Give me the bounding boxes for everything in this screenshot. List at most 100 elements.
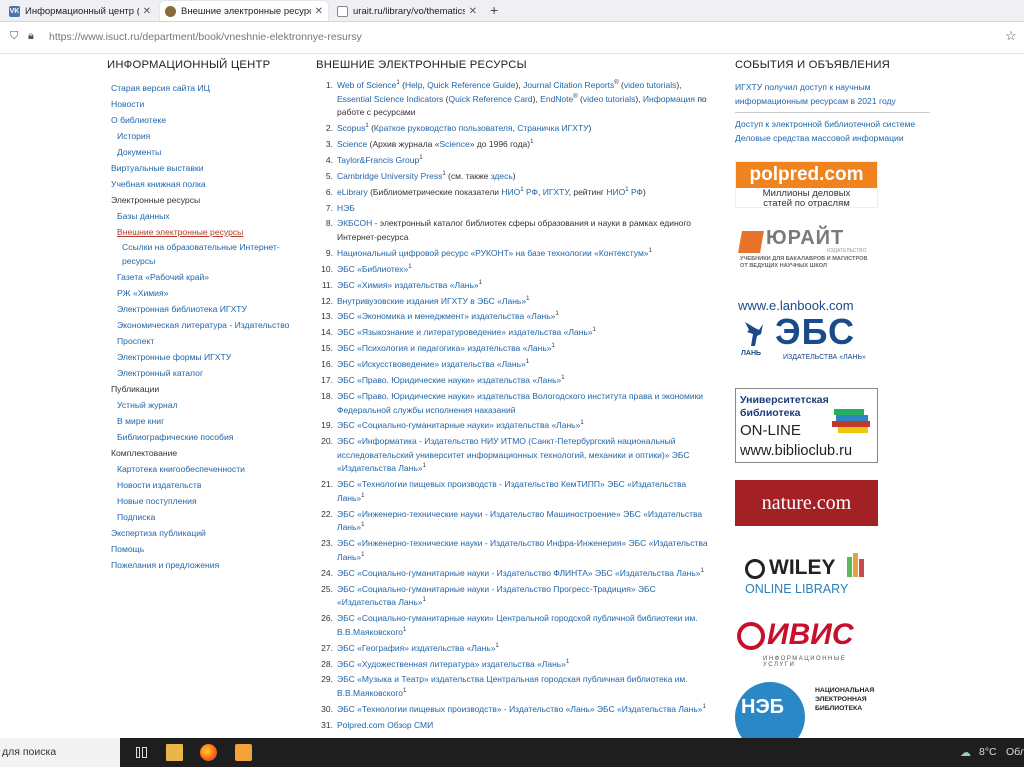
resource-link[interactable]: ЭКБСОН [337,218,372,228]
resource-link[interactable]: Help [405,80,422,90]
sidebar-item[interactable]: Электронная библиотека ИГХТУ [111,301,311,317]
resource-link[interactable]: ЭБС «Музыка и Театр» издательства Центра… [337,674,688,698]
url-field[interactable]: https://www.isuct.ru/department/book/vne… [49,31,362,43]
sidebar-item[interactable]: Устный журнал [111,397,311,413]
resource-link[interactable]: ЭБС «Языкознание и литературоведение» из… [337,327,593,337]
sidebar-item[interactable]: Старая версия сайта ИЦ [111,80,311,96]
wiley-banner[interactable]: WILEY ONLINE LIBRARY [735,551,878,599]
resource-link[interactable]: ЭБС «Социально-гуманитарные науки - Изда… [337,568,701,578]
resource-link[interactable]: EndNote [540,94,573,104]
resource-link[interactable]: video tutorials [583,94,635,104]
sidebar-item[interactable]: История [111,128,311,144]
sidebar-item[interactable]: О библиотеке [111,112,311,128]
lock-icon[interactable]: 🔒︎ [28,30,34,43]
sidebar-item[interactable]: Подписка [111,509,311,525]
resource-link[interactable]: Taylor&Francis Group [337,155,419,165]
resource-link[interactable]: ЭБС «Технологии пищевых производств» - И… [337,704,703,714]
resource-link[interactable]: video tutorials [624,80,676,90]
tab-info-center[interactable]: VK Информационный центр (биб ✕ [4,1,156,21]
resource-link[interactable]: ЭБС «Библиотех» [337,264,408,274]
bookmark-star-icon[interactable]: ☆ [1005,28,1017,44]
resource-link[interactable]: РФ [631,187,643,197]
close-tab-icon[interactable]: ✕ [143,6,151,17]
resource-link[interactable]: eLibrary [337,187,368,197]
resource-link[interactable]: Краткое руководство пользователя [374,123,513,133]
resource-link[interactable]: Science [337,139,367,149]
file-explorer-icon[interactable] [166,744,183,761]
sidebar-item[interactable]: Новости издательств [111,477,311,493]
resource-link[interactable]: Web of Science [337,80,396,90]
sidebar-item[interactable]: Виртуальные выставки [111,160,311,176]
resource-link[interactable]: ЭБС «Социально-гуманитарные науки - Изда… [337,584,656,608]
sidebar-item[interactable]: Экономическая литература - Издательство … [111,317,311,349]
sidebar-item[interactable]: Электронные формы ИГХТУ [111,349,311,365]
sidebar-item[interactable]: В мире книг [111,413,311,429]
resource-link[interactable]: ЭБС «Технологии пищевых производств - Из… [337,479,686,503]
resource-link[interactable]: ЭБС «Информатика - Издательство НИУ ИТМО… [337,436,690,473]
sidebar-item[interactable]: РЖ «Химия» [111,285,311,301]
resource-link[interactable]: Polpred.com Обзор СМИ [337,720,433,730]
document-app-icon[interactable] [235,744,252,761]
resource-link[interactable]: Essential Science Indicators [337,94,443,104]
resource-link[interactable]: Национальный цифровой ресурс «РУКОНТ» на… [337,248,649,258]
taskbar-search[interactable]: для поиска [0,738,120,767]
resource-link[interactable]: ЭБС «Искусствоведение» издательства «Лан… [337,359,526,369]
urait-banner[interactable]: ЮРАЙТ ИЗДАТЕЛЬСТВО УЧЕБНИКИ ДЛЯ БАКАЛАВР… [735,225,878,275]
biblioclub-banner[interactable]: Университетская библиотека ON-LINE www.b… [735,388,878,463]
neb-banner[interactable]: НЭБ НАЦИОНАЛЬНАЯ ЭЛЕКТРОННАЯ БИБЛИОТЕКА [735,680,878,738]
resource-link[interactable]: ЭБС «Экономика и менеджмент» издательств… [337,311,555,321]
resource-link[interactable]: Journal Citation Reports [523,80,614,90]
event-item[interactable]: ИГХТУ получил доступ к научным информаци… [735,80,930,108]
resource-link[interactable]: здесь [491,171,513,181]
sidebar-item[interactable]: Электронный каталог [111,365,311,381]
event-item[interactable]: Деловые средства массовой информации [735,131,930,145]
task-view-icon[interactable] [133,744,150,761]
resource-link[interactable]: ЭБС «География» издательства «Лань» [337,643,495,653]
resource-link[interactable]: Scopus [337,123,365,133]
tab-urait[interactable]: urait.ru/library/vo/thematics/yu ✕ [332,1,482,21]
nature-banner[interactable]: nature.com [735,480,878,526]
sidebar-item[interactable]: Помощь [111,541,311,557]
resource-link[interactable]: Quick Reference Guide [427,80,515,90]
resource-link[interactable]: НЭБ [337,203,355,213]
sidebar-item[interactable]: Новые поступления [111,493,311,509]
resource-link[interactable]: ЭБС «Право. Юридические науки» издательс… [337,375,561,385]
close-tab-icon[interactable]: ✕ [469,6,477,17]
ivis-banner[interactable]: ИВИС ИНФОРМАЦИОННЫЕ УСЛУГИ [735,618,878,668]
resource-link[interactable]: ИГХТУ [543,187,569,197]
resource-link[interactable]: ЭБС «Социально-гуманитарные науки» Центр… [337,613,698,637]
resource-link[interactable]: РФ [526,187,538,197]
resource-link[interactable]: Страничка ИГХТУ [517,123,588,133]
resource-link[interactable]: НИО [606,187,625,197]
sidebar-item[interactable]: Ссылки на образовательные Интернет-ресур… [111,240,311,269]
sidebar-item[interactable]: Пожелания и предложения [111,557,311,573]
shield-icon[interactable]: ⛉ [10,30,18,43]
resource-link[interactable]: НИО [501,187,520,197]
polpred-banner[interactable]: polpred.com Миллионы деловых статей по о… [735,161,878,208]
resource-link[interactable]: Science [439,139,469,149]
event-item[interactable]: Доступ к электронной библиотечной систем… [735,117,930,131]
resource-link[interactable]: Внутривузовские издания ИГХТУ в ЭБС «Лан… [337,296,526,306]
resource-link[interactable]: ЭБС «Художественная литература» издатель… [337,659,566,669]
sidebar-item[interactable]: Картотека книгообеспеченности [111,461,311,477]
sidebar-item[interactable]: Библиографические пособия [111,429,311,445]
resource-link[interactable]: Cambridge University Press [337,171,442,181]
sidebar-item[interactable]: Экспертиза публикаций [111,525,311,541]
new-tab-button[interactable]: + [490,2,498,18]
close-tab-icon[interactable]: ✕ [315,6,323,17]
sidebar-item[interactable]: Базы данных [111,208,311,224]
sidebar-item[interactable]: Внешние электронные ресурсы [111,224,311,240]
resource-link[interactable]: ЭБС «Инженерно-технические науки - Издат… [337,509,702,533]
resource-link[interactable]: Информация [643,94,695,104]
firefox-icon[interactable] [200,744,217,761]
resource-link[interactable]: ЭБС «Право. Юридические науки» издательс… [337,391,703,415]
sidebar-item[interactable]: Документы [111,144,311,160]
resource-link[interactable]: ЭБС «Химия» издательства «Лань» [337,280,479,290]
resource-link[interactable]: ЭБС «Социально-гуманитарные науки» издат… [337,420,580,430]
lanbook-banner[interactable]: www.e.lanbook.com ЛАНЬ ЭБС ИЗДАТЕЛЬСТВА … [735,298,878,368]
resource-link[interactable]: ЭБС «Инженерно-технические науки - Издат… [337,538,708,562]
sidebar-item[interactable]: Учебная книжная полка [111,176,311,192]
tab-external-resources[interactable]: Внешние электронные ресурсы ✕ [160,1,328,21]
sidebar-item[interactable]: Газета «Рабочий край» [111,269,311,285]
resource-link[interactable]: ЭБС «Психология и педагогика» издательст… [337,343,552,353]
